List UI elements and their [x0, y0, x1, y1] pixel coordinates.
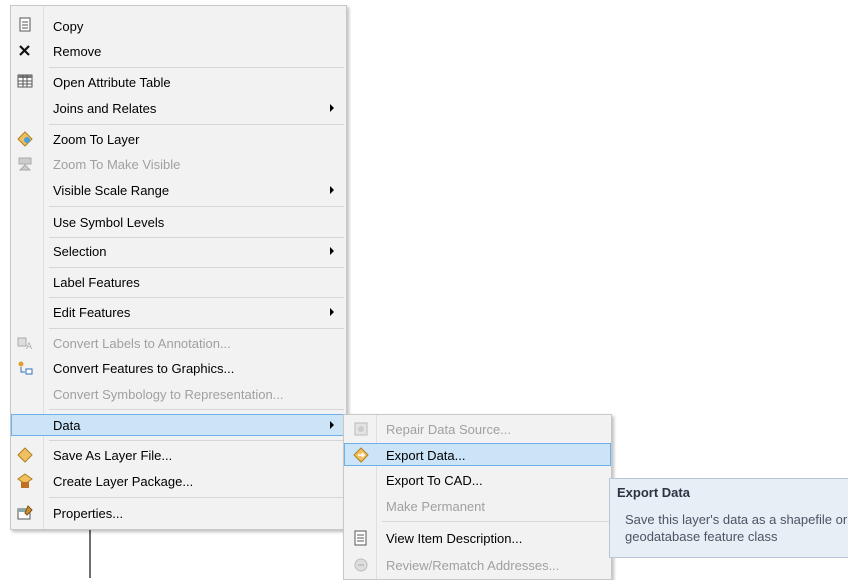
menu-item-label: Remove	[53, 44, 102, 59]
menu-item-label: Zoom To Make Visible	[53, 157, 181, 172]
menu-item-label: Joins and Relates	[53, 101, 157, 116]
convert-labels-icon: A	[17, 335, 33, 351]
menu-separator	[49, 497, 344, 498]
menu-separator	[49, 328, 344, 329]
menu-item-label: Use Symbol Levels	[53, 215, 165, 230]
menu-separator	[49, 297, 344, 298]
menu-item-remove[interactable]: Remove	[11, 40, 346, 62]
menu-item-selection[interactable]: Selection	[11, 240, 346, 262]
menu-item-label: Selection	[53, 244, 107, 259]
menu-item-copy[interactable]: Copy	[11, 15, 346, 37]
menu-separator	[49, 124, 344, 125]
submenu-item-export-data[interactable]: Export Data...	[344, 443, 611, 466]
data-submenu: Repair Data Source... Export Data... Exp…	[343, 414, 612, 580]
menu-separator	[49, 67, 344, 68]
menu-separator	[49, 237, 344, 238]
layer-file-icon	[17, 447, 33, 463]
menu-item-convert-features-to-graphics[interactable]: Convert Features to Graphics...	[11, 357, 346, 379]
remove-x-icon	[17, 43, 33, 59]
submenu-arrow-icon	[330, 421, 334, 429]
menu-item-joins-and-relates[interactable]: Joins and Relates	[11, 97, 346, 119]
menu-item-label: Export To CAD...	[386, 473, 483, 488]
submenu-item-repair-data-source[interactable]: Repair Data Source...	[344, 418, 611, 440]
export-data-icon	[353, 447, 369, 463]
menu-item-label: Create Layer Package...	[53, 474, 194, 489]
menu-item-create-layer-package[interactable]: Create Layer Package...	[11, 470, 346, 492]
menu-item-label: Data	[53, 418, 81, 433]
menu-item-label: Copy	[53, 19, 84, 34]
menu-item-convert-symbology-to-representation[interactable]: Convert Symbology to Representation...	[11, 383, 346, 405]
menu-item-label: Zoom To Layer	[53, 132, 140, 147]
menu-item-zoom-to-layer[interactable]: Zoom To Layer	[11, 128, 346, 150]
menu-separator	[49, 409, 344, 410]
zoom-layer-icon	[17, 131, 33, 147]
menu-item-label: Visible Scale Range	[53, 183, 170, 198]
menu-item-label: View Item Description...	[386, 531, 523, 546]
svg-text:A: A	[26, 341, 32, 351]
rematch-icon	[353, 557, 369, 573]
menu-separator	[382, 521, 609, 522]
menu-separator	[49, 267, 344, 268]
layer-package-icon	[17, 473, 33, 489]
properties-icon	[17, 505, 33, 521]
menu-item-use-symbol-levels[interactable]: Use Symbol Levels	[11, 211, 346, 233]
submenu-arrow-icon	[330, 186, 334, 194]
menu-item-label: Convert Labels to Annotation...	[53, 336, 231, 351]
menu-item-label: Convert Symbology to Representation...	[53, 387, 284, 402]
submenu-item-make-permanent[interactable]: Make Permanent	[344, 495, 611, 517]
tooltip-title: Export Data	[617, 485, 690, 500]
menu-item-label: Edit Features	[53, 305, 131, 320]
menu-separator	[49, 440, 344, 441]
submenu-arrow-icon	[330, 308, 334, 316]
submenu-arrow-icon	[330, 247, 334, 255]
submenu-item-view-item-description[interactable]: View Item Description...	[344, 527, 611, 549]
submenu-item-review-rematch-addresses[interactable]: Review/Rematch Addresses...	[344, 554, 611, 576]
table-icon	[17, 73, 33, 89]
menu-item-properties[interactable]: Properties...	[11, 502, 346, 524]
submenu-arrow-icon	[330, 104, 334, 112]
menu-item-label: Make Permanent	[386, 499, 485, 514]
convert-features-icon	[17, 360, 33, 376]
menu-item-zoom-to-make-visible[interactable]: Zoom To Make Visible	[11, 153, 346, 175]
copy-icon	[17, 17, 33, 33]
menu-item-visible-scale-range[interactable]: Visible Scale Range	[11, 179, 346, 201]
menu-item-label: Convert Features to Graphics...	[53, 361, 235, 376]
menu-item-label: Review/Rematch Addresses...	[386, 558, 560, 573]
menu-item-label: Properties...	[53, 506, 124, 521]
menu-item-label-features[interactable]: Label Features	[11, 271, 346, 293]
menu-item-save-as-layer-file[interactable]: Save As Layer File...	[11, 444, 346, 466]
export-data-tooltip: Export Data Save this layer's data as a …	[609, 478, 848, 558]
zoom-visible-icon	[17, 156, 33, 172]
menu-item-convert-labels-to-annotation[interactable]: A Convert Labels to Annotation...	[11, 332, 346, 354]
menu-item-label: Repair Data Source...	[386, 422, 512, 437]
menu-item-label: Open Attribute Table	[53, 75, 171, 90]
menu-separator	[49, 206, 344, 207]
item-description-icon	[353, 530, 369, 546]
repair-icon	[353, 421, 369, 437]
menu-item-label: Label Features	[53, 275, 140, 290]
tooltip-body: Save this layer's data as a shapefile or…	[625, 512, 848, 544]
menu-item-label: Save As Layer File...	[53, 448, 173, 463]
menu-item-edit-features[interactable]: Edit Features	[11, 301, 346, 323]
menu-item-label: Export Data...	[386, 448, 466, 463]
layer-context-menu: Copy Remove Open Attribute Table Joins a…	[10, 5, 347, 530]
menu-item-data[interactable]: Data	[11, 414, 346, 436]
menu-item-open-attribute-table[interactable]: Open Attribute Table	[11, 71, 346, 93]
submenu-item-export-to-cad[interactable]: Export To CAD...	[344, 469, 611, 491]
